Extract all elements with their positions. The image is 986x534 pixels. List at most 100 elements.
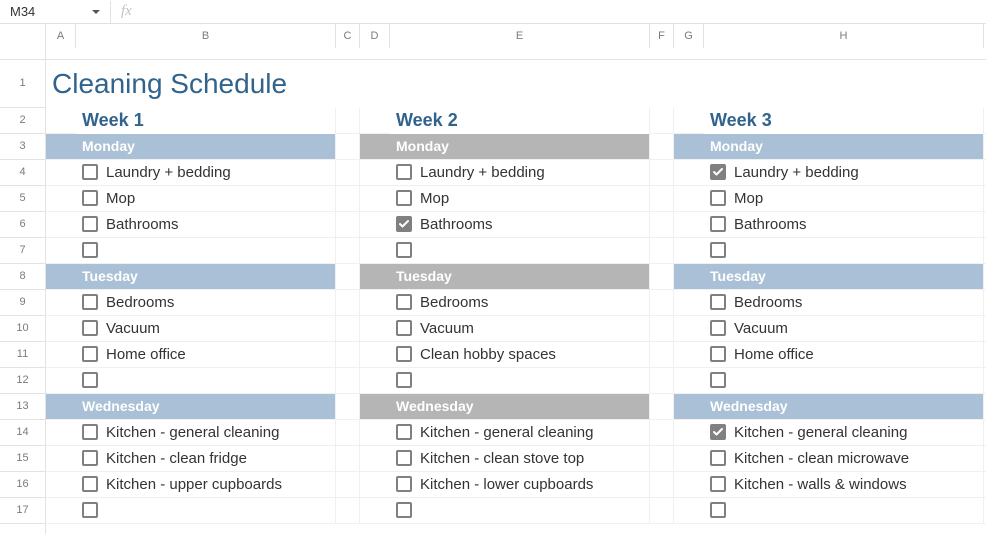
cell[interactable] bbox=[674, 420, 704, 446]
task-cell[interactable]: Kitchen - lower cupboards bbox=[390, 472, 650, 498]
task-cell[interactable]: Clean hobby spaces bbox=[390, 342, 650, 368]
week-label[interactable]: Week 1 bbox=[76, 108, 336, 134]
row-header[interactable]: 14 bbox=[0, 420, 45, 446]
cell[interactable] bbox=[650, 420, 674, 446]
cell[interactable] bbox=[336, 394, 360, 420]
cell[interactable] bbox=[650, 368, 674, 394]
task-cell[interactable] bbox=[76, 498, 336, 524]
task-cell[interactable]: Bedrooms bbox=[390, 290, 650, 316]
cell[interactable] bbox=[674, 472, 704, 498]
checkbox-icon[interactable] bbox=[710, 190, 726, 206]
task-cell[interactable]: Mop bbox=[704, 186, 984, 212]
checkbox-icon[interactable] bbox=[82, 216, 98, 232]
checkbox-icon[interactable] bbox=[396, 294, 412, 310]
task-cell[interactable]: Bathrooms bbox=[76, 212, 336, 238]
week-label[interactable]: Week 3 bbox=[704, 108, 984, 134]
checkbox-icon[interactable] bbox=[396, 190, 412, 206]
day-header-lead[interactable] bbox=[360, 134, 390, 160]
cell[interactable] bbox=[46, 212, 76, 238]
day-header-lead[interactable] bbox=[360, 264, 390, 290]
checkbox-icon[interactable] bbox=[82, 190, 98, 206]
task-cell[interactable]: Bathrooms bbox=[704, 212, 984, 238]
checkbox-icon[interactable] bbox=[396, 476, 412, 492]
checkbox-icon[interactable] bbox=[396, 346, 412, 362]
cell[interactable] bbox=[46, 238, 76, 264]
cell[interactable] bbox=[674, 108, 704, 134]
task-cell[interactable]: Bedrooms bbox=[76, 290, 336, 316]
cell[interactable] bbox=[674, 212, 704, 238]
task-cell[interactable] bbox=[390, 498, 650, 524]
row-header[interactable]: 11 bbox=[0, 342, 45, 368]
checkbox-icon[interactable] bbox=[710, 346, 726, 362]
cell[interactable] bbox=[336, 290, 360, 316]
checkbox-icon[interactable] bbox=[710, 320, 726, 336]
name-box[interactable]: M34 bbox=[0, 0, 110, 24]
checkbox-icon[interactable] bbox=[82, 372, 98, 388]
task-cell[interactable]: Laundry + bedding bbox=[390, 160, 650, 186]
cell[interactable] bbox=[650, 342, 674, 368]
column-header[interactable]: F bbox=[650, 24, 674, 48]
day-header[interactable]: Monday bbox=[704, 134, 984, 160]
row-header[interactable]: 4 bbox=[0, 160, 45, 186]
checkbox-icon[interactable] bbox=[396, 164, 412, 180]
checkbox-icon[interactable] bbox=[396, 372, 412, 388]
cell[interactable] bbox=[360, 446, 390, 472]
task-cell[interactable]: Kitchen - general cleaning bbox=[390, 420, 650, 446]
column-header[interactable]: G bbox=[674, 24, 704, 48]
day-header[interactable]: Monday bbox=[390, 134, 650, 160]
task-cell[interactable]: Home office bbox=[704, 342, 984, 368]
task-cell[interactable]: Kitchen - clean stove top bbox=[390, 446, 650, 472]
cell[interactable] bbox=[46, 446, 76, 472]
checkbox-icon[interactable] bbox=[82, 476, 98, 492]
day-header-lead[interactable] bbox=[674, 264, 704, 290]
day-header[interactable]: Monday bbox=[76, 134, 336, 160]
cell[interactable] bbox=[650, 394, 674, 420]
task-cell[interactable] bbox=[704, 498, 984, 524]
day-header-lead[interactable] bbox=[46, 134, 76, 160]
checkbox-icon[interactable] bbox=[396, 450, 412, 466]
cell[interactable] bbox=[336, 160, 360, 186]
checkbox-icon[interactable] bbox=[396, 242, 412, 258]
task-cell[interactable]: Kitchen - general cleaning bbox=[76, 420, 336, 446]
cell[interactable] bbox=[674, 160, 704, 186]
cell[interactable] bbox=[674, 290, 704, 316]
checkbox-icon[interactable] bbox=[396, 216, 412, 232]
page-title[interactable]: Cleaning Schedule bbox=[46, 60, 986, 108]
cell[interactable] bbox=[336, 186, 360, 212]
column-header[interactable]: E bbox=[390, 24, 650, 48]
cell[interactable] bbox=[650, 316, 674, 342]
row-header[interactable]: 15 bbox=[0, 446, 45, 472]
cell[interactable] bbox=[674, 238, 704, 264]
cell[interactable] bbox=[46, 498, 76, 524]
checkbox-icon[interactable] bbox=[396, 424, 412, 440]
cell[interactable] bbox=[336, 108, 360, 134]
cell[interactable] bbox=[650, 498, 674, 524]
row-header[interactable]: 7 bbox=[0, 238, 45, 264]
task-cell[interactable]: Kitchen - clean microwave bbox=[704, 446, 984, 472]
cell[interactable] bbox=[336, 446, 360, 472]
checkbox-icon[interactable] bbox=[710, 372, 726, 388]
row-header[interactable]: 12 bbox=[0, 368, 45, 394]
day-header-lead[interactable] bbox=[360, 394, 390, 420]
column-header[interactable]: H bbox=[704, 24, 984, 48]
cell[interactable] bbox=[360, 290, 390, 316]
day-header-lead[interactable] bbox=[674, 394, 704, 420]
checkbox-icon[interactable] bbox=[710, 502, 726, 518]
task-cell[interactable] bbox=[76, 238, 336, 264]
checkbox-icon[interactable] bbox=[710, 424, 726, 440]
checkbox-icon[interactable] bbox=[82, 346, 98, 362]
day-header-lead[interactable] bbox=[674, 134, 704, 160]
week-label[interactable]: Week 2 bbox=[390, 108, 650, 134]
cell[interactable] bbox=[674, 368, 704, 394]
cell[interactable] bbox=[336, 472, 360, 498]
checkbox-icon[interactable] bbox=[710, 476, 726, 492]
task-cell[interactable]: Home office bbox=[76, 342, 336, 368]
column-header[interactable]: B bbox=[76, 24, 336, 48]
column-header[interactable]: C bbox=[336, 24, 360, 48]
cell[interactable] bbox=[336, 134, 360, 160]
checkbox-icon[interactable] bbox=[82, 164, 98, 180]
task-cell[interactable]: Mop bbox=[390, 186, 650, 212]
cell[interactable] bbox=[360, 160, 390, 186]
task-cell[interactable]: Kitchen - clean fridge bbox=[76, 446, 336, 472]
row-header[interactable]: 6 bbox=[0, 212, 45, 238]
